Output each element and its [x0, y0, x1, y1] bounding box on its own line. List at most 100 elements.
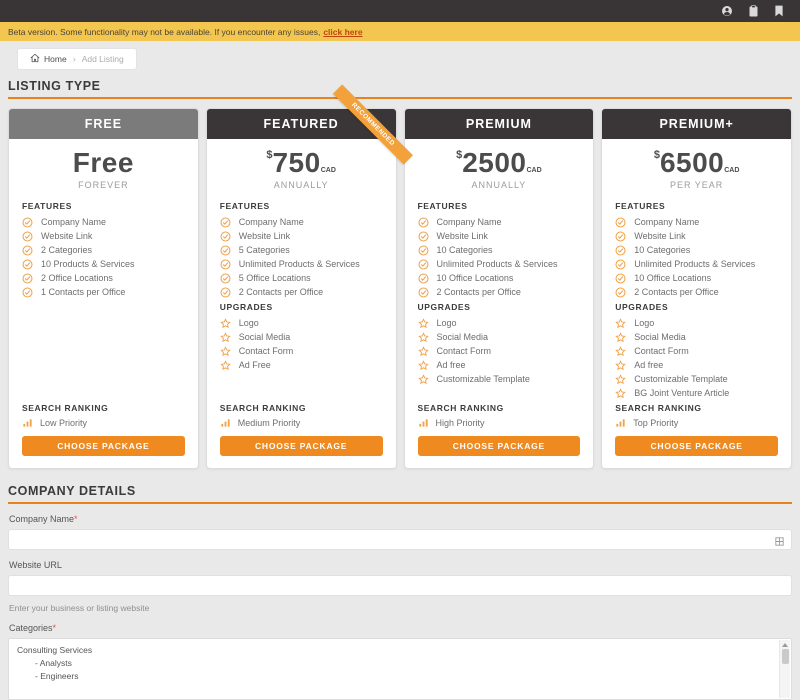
categories-listbox[interactable]: Consulting Services- Analysts- Engineers: [8, 638, 792, 700]
bar-chart-icon: [418, 417, 429, 428]
upgrade-item-label: Social Media: [239, 332, 291, 342]
feature-item: 2 Office Locations: [22, 273, 185, 284]
feature-item-label: Company Name: [437, 217, 502, 227]
scrollbar-thumb[interactable]: [782, 649, 789, 664]
upgrade-item-label: Social Media: [437, 332, 489, 342]
feature-item-label: 2 Categories: [41, 245, 92, 255]
package-body: FEATURESCompany NameWebsite Link5 Catego…: [207, 190, 396, 468]
features-label: FEATURES: [22, 201, 185, 211]
feature-item: Unlimited Products & Services: [220, 259, 383, 270]
upgrades-label: UPGRADES: [615, 302, 778, 312]
package-body: FEATURES Company Name Website Link 2 Catego…: [9, 190, 198, 468]
feature-item: 10 Products & Services: [22, 259, 185, 270]
feature-item: 2 Categories: [22, 245, 185, 256]
upgrade-item: Contact Form: [220, 346, 383, 357]
package-title: FREE: [9, 109, 198, 139]
breadcrumb: Home › Add Listing: [17, 48, 137, 70]
upgrade-item-label: BG Joint Venture Article: [634, 388, 729, 398]
upgrade-item-label: Logo: [437, 318, 457, 328]
beta-banner: Beta version. Some functionality may not…: [0, 22, 800, 41]
feature-item-label: 2 Office Locations: [41, 273, 113, 283]
choose-package-button[interactable]: CHOOSE PACKAGE: [22, 436, 185, 456]
star-icon: [418, 374, 429, 385]
account-icon[interactable]: [721, 5, 733, 17]
feature-item-label: 10 Office Locations: [437, 273, 514, 283]
bookmark-icon[interactable]: [774, 5, 784, 17]
feature-item: 10 Office Locations: [615, 273, 778, 284]
price-amount: 2500: [462, 147, 526, 178]
search-ranking-priority: Low Priority: [22, 417, 185, 428]
upgrade-item: Contact Form: [418, 346, 581, 357]
category-option[interactable]: - Engineers: [17, 669, 771, 682]
upgrade-item: Social Media: [418, 332, 581, 343]
upgrade-item: Logo: [615, 318, 778, 329]
feature-item-label: 2 Contacts per Office: [239, 287, 323, 297]
company-details-rule: [8, 502, 792, 504]
check-circle-icon: [418, 273, 429, 284]
price-amount: 6500: [660, 147, 724, 178]
check-circle-icon: [615, 273, 626, 284]
upgrade-item: Social Media: [615, 332, 778, 343]
choose-package-button[interactable]: CHOOSE PACKAGE: [220, 436, 383, 456]
upgrade-item-label: Ad Free: [239, 360, 271, 370]
check-circle-icon: [22, 231, 33, 242]
feature-item-label: 10 Office Locations: [634, 273, 711, 283]
breadcrumb-separator: ›: [73, 54, 76, 64]
categories-label: Categories*: [9, 623, 792, 633]
category-option[interactable]: - Analysts: [17, 656, 771, 669]
clipboard-icon[interactable]: [748, 5, 759, 17]
star-icon: [615, 388, 626, 399]
star-icon: [220, 332, 231, 343]
choose-package-button[interactable]: CHOOSE PACKAGE: [418, 436, 581, 456]
package-body: FEATURESCompany NameWebsite Link10 Categ…: [405, 190, 594, 468]
check-circle-icon: [615, 217, 626, 228]
upgrade-item: Customizable Template: [615, 374, 778, 385]
star-icon: [615, 360, 626, 371]
feature-item: 10 Categories: [615, 245, 778, 256]
company-details-title: COMPANY DETAILS: [8, 484, 792, 498]
package-bottom: SEARCH RANKINGLow PriorityCHOOSE PACKAGE: [22, 400, 185, 456]
scroll-up-icon[interactable]: [782, 643, 788, 647]
check-circle-icon: [22, 259, 33, 270]
feature-item-label: Company Name: [41, 217, 106, 227]
check-circle-icon: [418, 217, 429, 228]
package-body: FEATURESCompany NameWebsite Link10 Categ…: [602, 190, 791, 468]
click-here-link[interactable]: click here: [323, 27, 362, 37]
company-name-input[interactable]: [8, 529, 792, 550]
star-icon: [615, 332, 626, 343]
upgrade-item-label: Contact Form: [239, 346, 294, 356]
feature-item: Company Name: [22, 217, 185, 228]
check-circle-icon: [615, 231, 626, 242]
choose-package-button[interactable]: CHOOSE PACKAGE: [615, 436, 778, 456]
website-url-helper: Enter your business or listing website: [9, 603, 792, 613]
search-ranking-priority: High Priority: [418, 417, 581, 428]
feature-item-label: 2 Contacts per Office: [437, 287, 521, 297]
feature-item-label: 10 Categories: [437, 245, 493, 255]
breadcrumb-current: Add Listing: [82, 54, 124, 64]
bar-chart-icon: [615, 417, 626, 428]
upgrade-item: Ad free: [615, 360, 778, 371]
star-icon: [615, 318, 626, 329]
check-circle-icon: [418, 245, 429, 256]
price-amount: 750: [272, 147, 320, 178]
feature-item-label: Website Link: [239, 231, 290, 241]
priority-label: High Priority: [436, 418, 485, 428]
check-circle-icon: [615, 259, 626, 270]
feature-item: 5 Categories: [220, 245, 383, 256]
star-icon: [220, 318, 231, 329]
listing-type-rule: [8, 97, 792, 99]
price-period: FOREVER: [9, 180, 198, 190]
feature-item: Company Name: [418, 217, 581, 228]
listbox-scrollbar[interactable]: [779, 640, 790, 698]
upgrade-item-label: Logo: [239, 318, 259, 328]
upgrade-item: Contact Form: [615, 346, 778, 357]
priority-label: Top Priority: [633, 418, 678, 428]
star-icon: [418, 360, 429, 371]
breadcrumb-home-link[interactable]: Home: [30, 53, 67, 65]
price-currency-code: CAD: [321, 167, 336, 174]
website-url-input[interactable]: [8, 575, 792, 596]
category-option[interactable]: Consulting Services: [17, 643, 771, 656]
listing-type-title: LISTING TYPE: [8, 79, 792, 93]
feature-item-label: 10 Products & Services: [41, 259, 135, 269]
feature-item: Website Link: [22, 231, 185, 242]
